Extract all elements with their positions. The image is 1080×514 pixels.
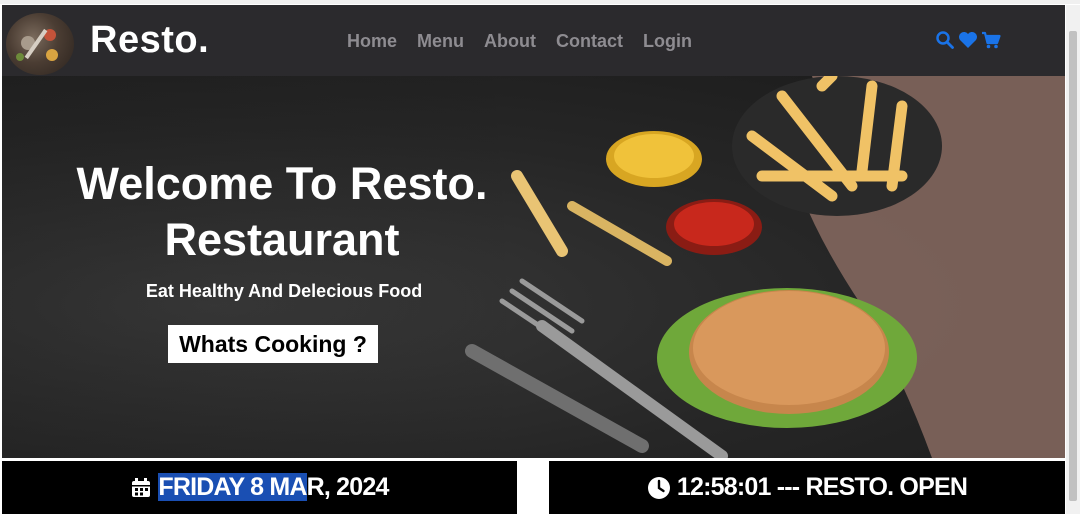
- hero-title-line2: Restaurant: [164, 214, 400, 265]
- spices-logo-icon[interactable]: [6, 13, 74, 75]
- date-text-highlight: FRIDAY 8 MA: [158, 473, 307, 501]
- time-bar: 12:58:01 --- RESTO. OPEN: [549, 461, 1065, 514]
- nav-link-about[interactable]: About: [484, 31, 536, 52]
- nav-links: Home Menu About Contact Login: [347, 31, 692, 52]
- scrollbar[interactable]: [1066, 5, 1080, 514]
- hero-banner: Welcome To Resto. Restaurant Eat Healthy…: [2, 76, 1065, 458]
- whats-cooking-button[interactable]: Whats Cooking ?: [168, 325, 378, 363]
- nav-icons: [934, 29, 1002, 51]
- top-border: [0, 0, 1080, 4]
- heart-icon[interactable]: [957, 29, 979, 51]
- clock-icon: [647, 476, 670, 499]
- hero-title: Welcome To Resto. Restaurant: [2, 156, 562, 268]
- cart-icon[interactable]: [980, 29, 1002, 51]
- search-icon[interactable]: [934, 29, 956, 51]
- hero-subtitle: Eat Healthy And Delecious Food: [145, 281, 423, 301]
- nav-link-contact[interactable]: Contact: [556, 31, 623, 52]
- date-text: FRIDAY 8 MAR, 2024: [158, 473, 390, 502]
- nav-link-home[interactable]: Home: [347, 31, 397, 52]
- brand-name[interactable]: Resto.: [90, 19, 209, 62]
- nav-link-login[interactable]: Login: [643, 31, 692, 52]
- scrollbar-thumb[interactable]: [1069, 31, 1077, 501]
- date-bar: FRIDAY 8 MAR, 2024: [2, 461, 517, 514]
- navbar: Resto. Home Menu About Contact Login: [2, 5, 1065, 76]
- hero-title-line1: Welcome To Resto.: [76, 158, 488, 209]
- date-text-rest: R, 2024: [306, 473, 390, 501]
- calendar-icon: [132, 477, 151, 497]
- nav-link-menu[interactable]: Menu: [417, 31, 464, 52]
- time-text: 12:58:01 --- RESTO. OPEN: [676, 473, 968, 501]
- page: Resto. Home Menu About Contact Login Wel…: [0, 0, 1080, 514]
